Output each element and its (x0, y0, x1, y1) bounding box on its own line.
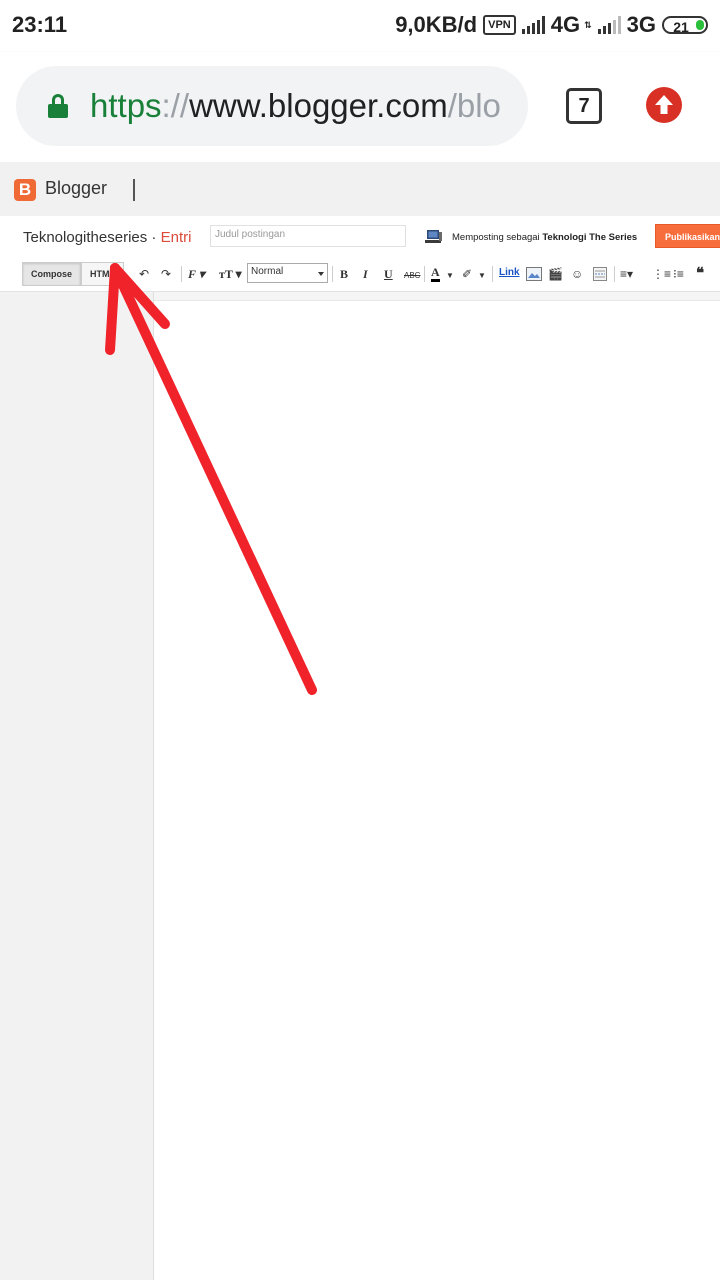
publish-button[interactable]: Publikasikan (655, 224, 720, 248)
network-speed: 9,0KB/d (395, 12, 478, 37)
post-title-input[interactable]: Judul postingan (210, 225, 406, 247)
bullet-list-icon[interactable]: ⁝≡ (673, 266, 684, 282)
app-name[interactable]: Blogger (45, 178, 107, 199)
battery-level: 21 (673, 19, 689, 34)
undo-icon[interactable]: ↶ (139, 266, 149, 282)
blogger-logo-icon[interactable]: B (14, 179, 36, 201)
emoji-icon[interactable]: ☺ (571, 266, 583, 282)
header-divider (133, 179, 135, 201)
status-icons: 9,0KB/d VPN 4G ⇅ 3G 21 (395, 12, 708, 38)
posting-as-name: Teknologi The Series (542, 232, 638, 243)
toolbar-separator (332, 266, 333, 282)
video-icon[interactable]: 🎬 (548, 266, 563, 282)
underline-icon[interactable]: U (384, 266, 393, 282)
format-value: Normal (251, 266, 284, 277)
url-host: www.blogger.com (189, 87, 448, 124)
vpn-icon: VPN (483, 15, 516, 35)
breadcrumb-separator: · (147, 229, 161, 246)
blog-name-link[interactable]: Teknologitheseries (23, 229, 147, 246)
url-text[interactable]: https://www.blogger.com/blo (90, 87, 501, 125)
update-button[interactable] (646, 87, 682, 123)
text-color-icon[interactable]: A (431, 266, 440, 282)
editor-toolbar: Compose HTML ↶ ↷ F ▾ тT ▾ Normal B I U A… (0, 258, 720, 292)
font-family-icon[interactable]: F ▾ (188, 266, 205, 282)
url-scheme: https (90, 87, 162, 124)
url-path: /blo (447, 87, 501, 124)
post-header: Teknologitheseries · Entri Judul posting… (0, 216, 720, 258)
redo-icon[interactable]: ↷ (161, 266, 171, 282)
status-bar: 23:11 9,0KB/d VPN 4G ⇅ 3G 21 (0, 0, 720, 52)
chevron-down-icon[interactable]: ▼ (478, 268, 486, 284)
breadcrumb: Teknologitheseries · Entri (23, 229, 191, 246)
battery-icon: 21 (662, 16, 708, 34)
posting-as-text: Memposting sebagai Teknologi The Series (452, 232, 637, 243)
chevron-down-icon[interactable]: ▼ (446, 268, 454, 284)
network-type-3g: 3G (626, 12, 656, 37)
network-type-4g: 4G (550, 12, 581, 37)
editor-gutter (154, 292, 720, 300)
strikethrough-icon[interactable]: ABC (404, 268, 420, 284)
link-button[interactable]: Link (499, 267, 520, 278)
format-select[interactable]: Normal (247, 263, 328, 283)
align-icon[interactable]: ≡▾ (620, 266, 633, 282)
arrow-up-icon (655, 95, 673, 114)
toolbar-separator (181, 266, 182, 282)
lock-icon[interactable] (48, 94, 68, 118)
url-separator: :// (161, 87, 190, 124)
signal-icon-2 (597, 16, 621, 34)
font-size-icon[interactable]: тT ▾ (219, 266, 242, 282)
html-tab[interactable]: HTML (81, 262, 124, 286)
quote-icon[interactable]: ❝ (696, 266, 704, 282)
post-body-editor[interactable] (154, 300, 720, 1281)
browser-toolbar: https://www.blogger.com/blo 7 (0, 52, 720, 162)
numbered-list-icon[interactable]: ⋮≡ (652, 266, 671, 282)
data-arrows-icon: ⇅ (584, 19, 592, 30)
blogger-header: B Blogger (0, 162, 720, 216)
highlight-color-icon[interactable]: ✐ (462, 266, 472, 282)
clock: 23:11 (12, 12, 68, 37)
left-panel (0, 292, 154, 1280)
section-label: Entri (160, 229, 192, 246)
computer-icon (425, 230, 442, 243)
toolbar-separator (614, 266, 615, 282)
toolbar-separator (424, 266, 425, 282)
jump-break-icon[interactable] (593, 267, 607, 281)
posting-as-prefix: Memposting sebagai (452, 232, 543, 243)
bold-icon[interactable]: B (340, 266, 348, 282)
toolbar-separator (492, 266, 493, 282)
italic-icon[interactable]: I (363, 266, 368, 282)
image-icon[interactable] (526, 267, 542, 281)
compose-tab[interactable]: Compose (22, 262, 81, 286)
signal-icon (521, 16, 545, 34)
address-bar[interactable]: https://www.blogger.com/blo (16, 66, 528, 146)
chevron-down-icon (318, 272, 324, 276)
tab-switcher-button[interactable]: 7 (566, 88, 602, 124)
